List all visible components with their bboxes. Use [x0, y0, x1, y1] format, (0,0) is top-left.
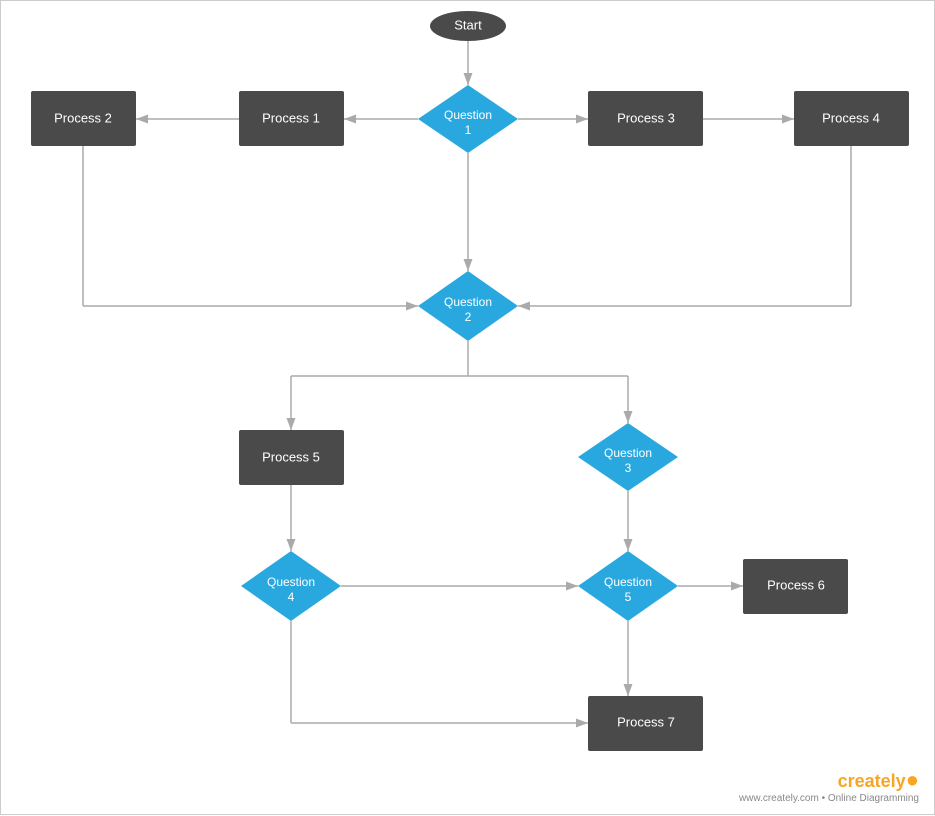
- process6-label: Process 6: [767, 577, 825, 592]
- diagram-container: Start Question 1 Process 1 Process 2 Pro…: [0, 0, 935, 815]
- creately-subtext: www.creately.com • Online Diagramming: [739, 793, 919, 804]
- svg-text:1: 1: [465, 123, 472, 137]
- q2-label: Question: [444, 295, 492, 309]
- q4-label: Question: [267, 575, 315, 589]
- start-label: Start: [454, 17, 482, 32]
- svg-text:4: 4: [288, 590, 295, 604]
- creately-dot: ●: [906, 767, 919, 792]
- process1-label: Process 1: [262, 110, 320, 125]
- q3-label: Question: [604, 446, 652, 460]
- svg-text:5: 5: [625, 590, 632, 604]
- q5-label: Question: [604, 575, 652, 589]
- creately-logo-text: creately●: [739, 767, 919, 793]
- process4-label: Process 4: [822, 110, 880, 125]
- process5-label: Process 5: [262, 449, 320, 464]
- process3-label: Process 3: [617, 110, 675, 125]
- svg-text:3: 3: [625, 461, 632, 475]
- creately-name: creately: [838, 771, 906, 791]
- process2-label: Process 2: [54, 110, 112, 125]
- svg-text:2: 2: [465, 310, 472, 324]
- flowchart: Start Question 1 Process 1 Process 2 Pro…: [1, 1, 935, 816]
- process7-label: Process 7: [617, 714, 675, 729]
- creately-branding: creately● www.creately.com • Online Diag…: [739, 767, 919, 804]
- q1-label: Question: [444, 108, 492, 122]
